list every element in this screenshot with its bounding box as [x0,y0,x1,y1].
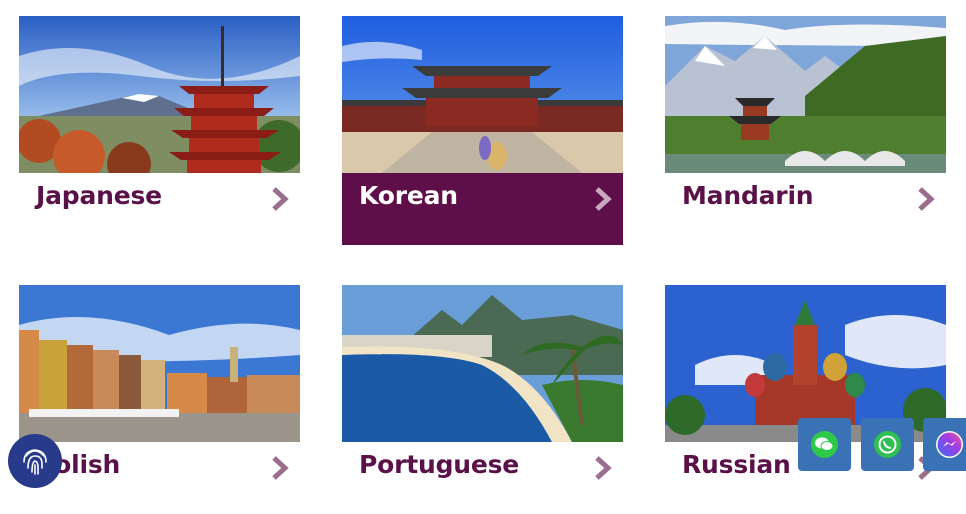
polish-photo [19,285,300,442]
chevron-right-icon [272,456,289,480]
fingerprint-icon [23,449,47,475]
language-card-mandarin[interactable]: Mandarin [665,16,946,245]
korean-photo [342,16,623,173]
whatsapp-button[interactable] [861,418,914,471]
language-label: Japanese [36,181,162,210]
chevron-right-icon [918,187,935,211]
language-card-russian[interactable]: Russian [665,285,946,514]
wechat-icon [811,431,838,458]
language-label: Korean [359,181,458,210]
portuguese-photo [342,285,623,442]
japanese-photo [19,16,300,173]
language-card-japanese[interactable]: Japanese [19,16,300,245]
language-card-korean[interactable]: Korean [342,16,623,245]
chevron-right-icon [595,456,612,480]
language-label: Portuguese [359,450,520,479]
messenger-button[interactable] [923,418,966,471]
whatsapp-icon [874,431,901,458]
fingerprint-button[interactable] [8,434,62,488]
language-card-bar: Korean [342,173,623,245]
language-card-bar: Japanese [19,173,300,245]
language-label: Mandarin [682,181,814,210]
language-card-bar: Mandarin [665,173,946,245]
language-card-portuguese[interactable]: Portuguese [342,285,623,514]
mandarin-photo [665,16,946,173]
language-card-bar: Portuguese [342,442,623,514]
chevron-right-icon [272,187,289,211]
messenger-icon [936,431,963,458]
chevron-right-icon [595,187,612,211]
language-label: Russian [682,450,791,479]
wechat-button[interactable] [798,418,851,471]
